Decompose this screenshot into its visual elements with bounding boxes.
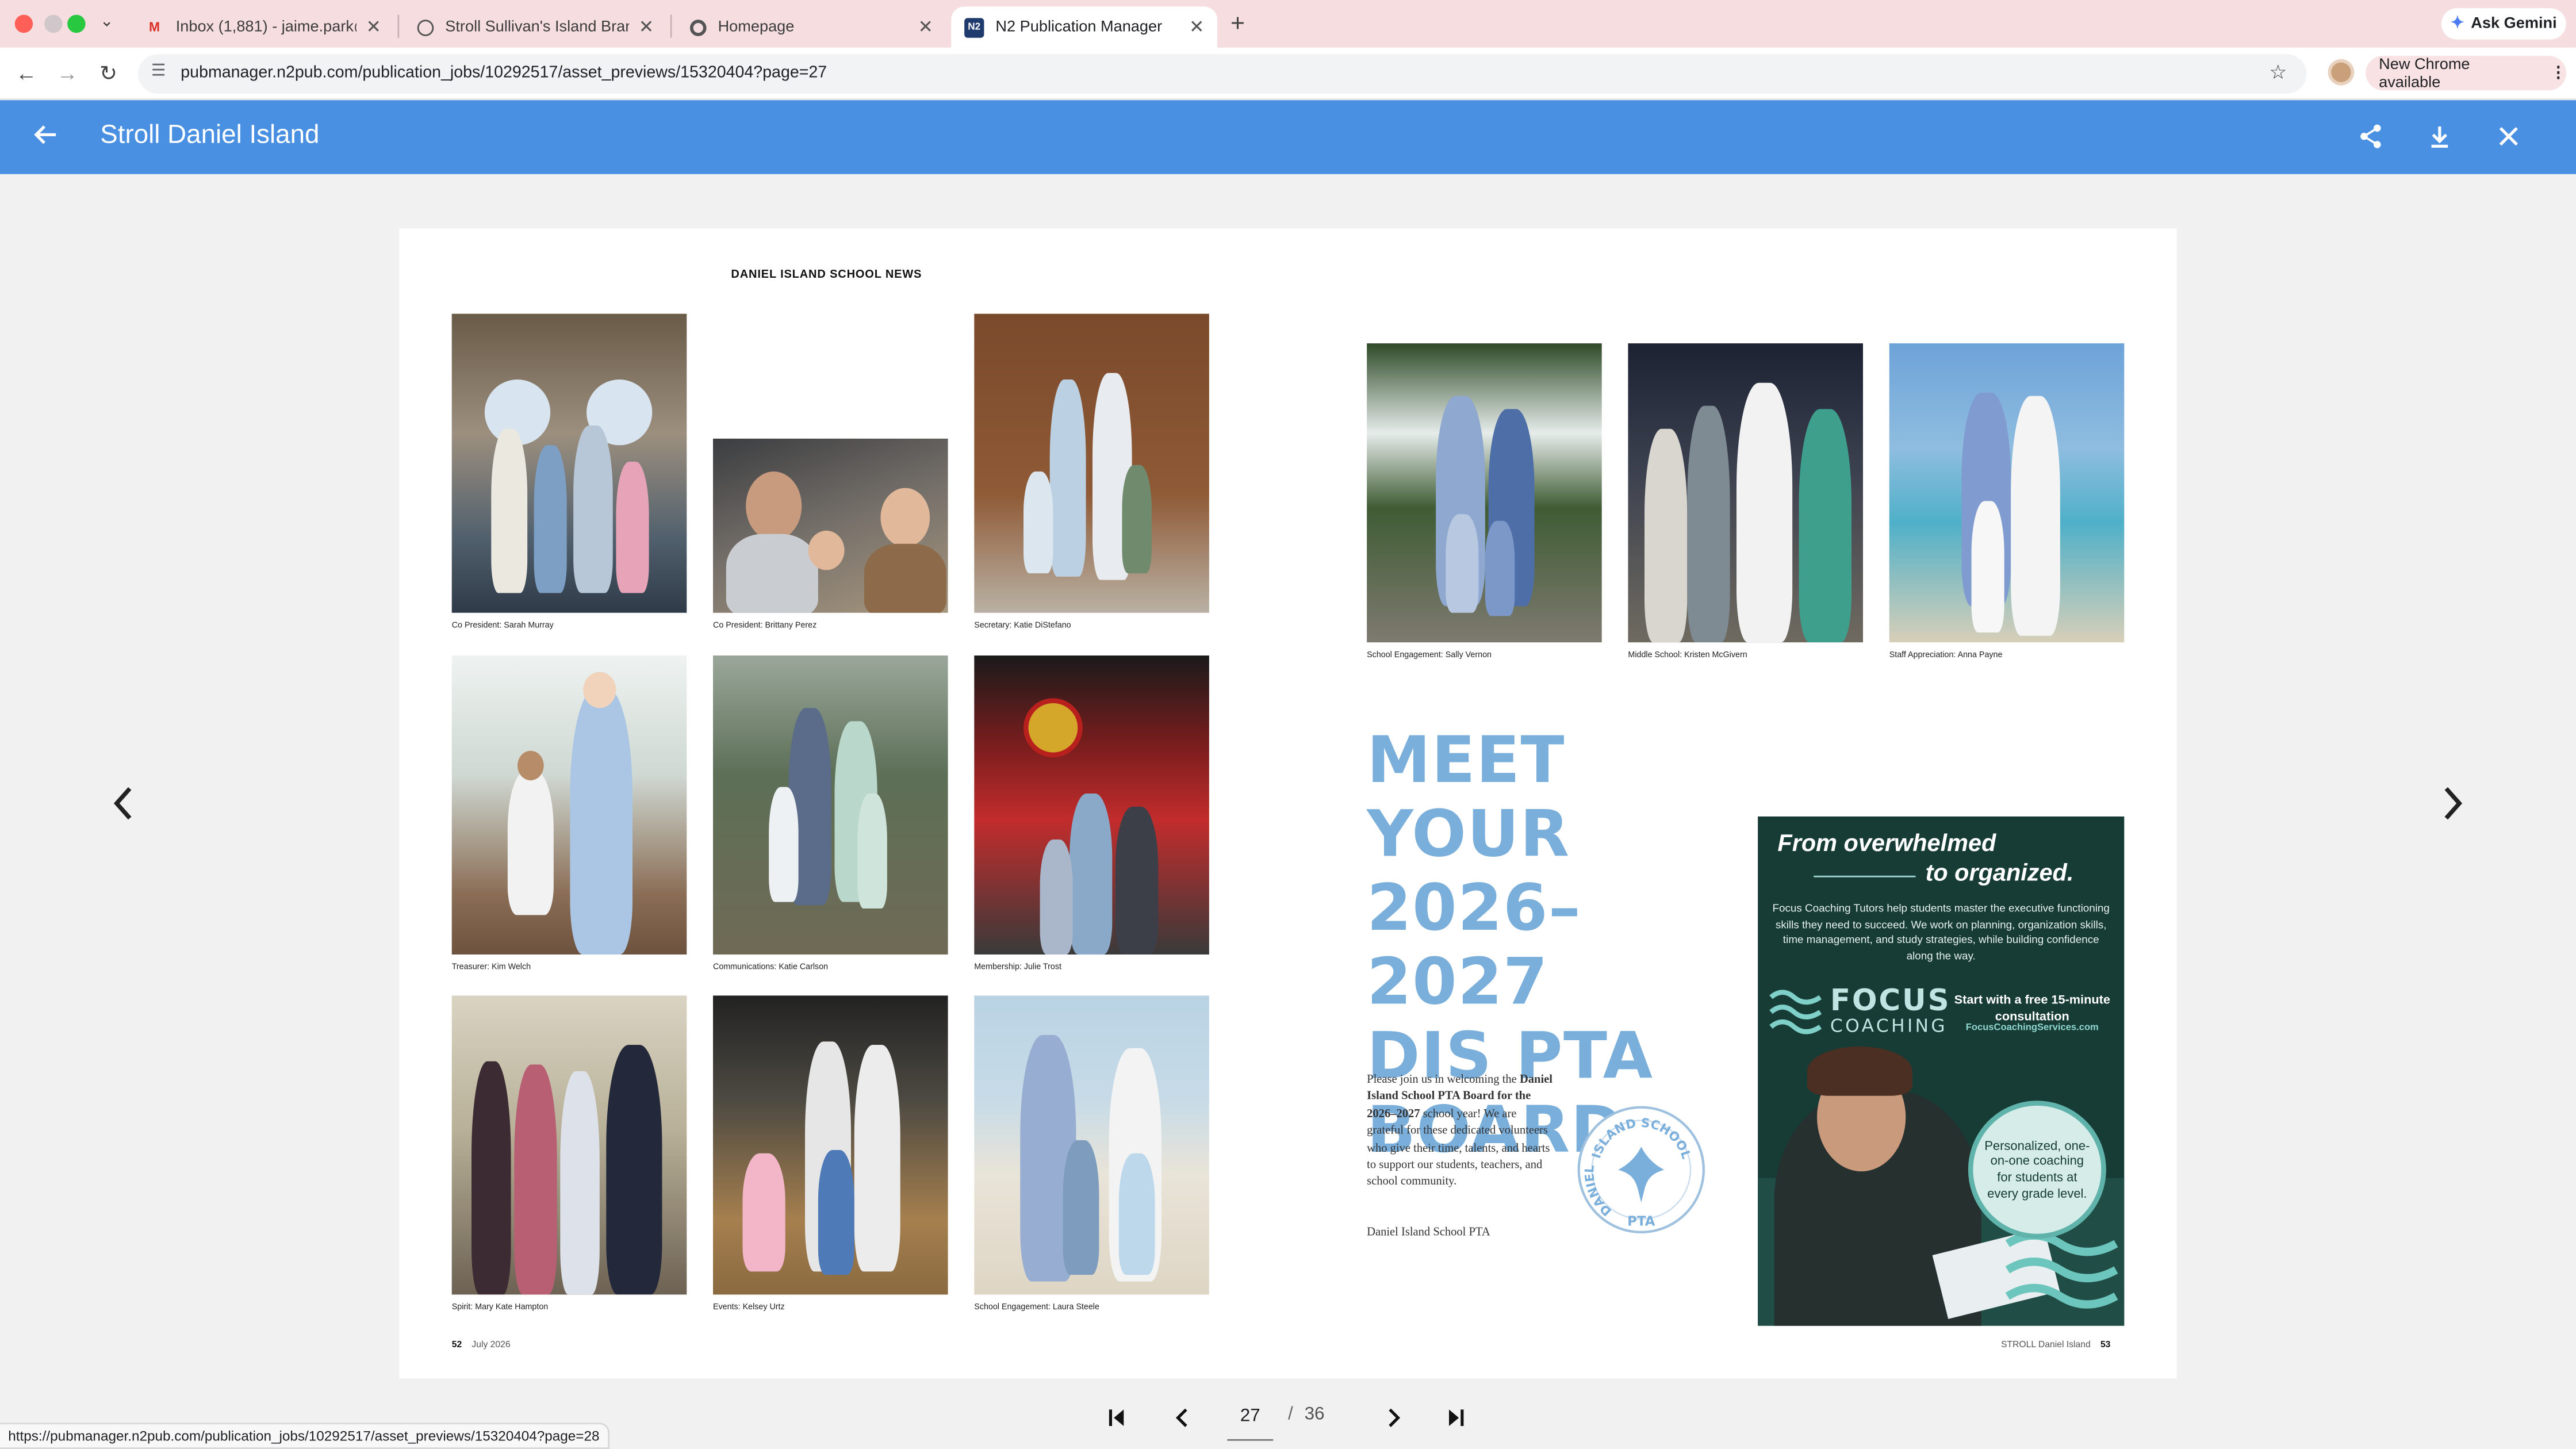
close-icon[interactable]: ✕ (1189, 17, 1204, 38)
kebab-menu-icon[interactable]: ⋮ (2551, 64, 2566, 82)
close-icon[interactable]: ✕ (366, 17, 381, 38)
download-icon[interactable] (2426, 123, 2453, 150)
bookmark-star-icon[interactable]: ☆ (2269, 61, 2287, 84)
photo-school-engagement-sally-vernon (1367, 343, 1602, 643)
close-icon[interactable] (2496, 123, 2522, 150)
section-header: DANIEL ISLAND SCHOOL NEWS (731, 269, 922, 281)
tab-homepage[interactable]: Homepage ✕ (677, 6, 946, 47)
tab-title: Inbox (1,881) - jaime.park@n2 (175, 18, 356, 36)
tab-title: N2 Publication Manager (995, 18, 1163, 36)
page-number-input[interactable]: 27 (1227, 1401, 1274, 1441)
photo-spirit-mary-kate-hampton (451, 995, 687, 1295)
next-page-chevron-icon[interactable] (2438, 782, 2467, 825)
page-viewer: DANIEL ISLAND SCHOOL NEWS Co President: … (0, 174, 2576, 1449)
focus-coaching-ad: From overwhelmed to organized. Focus Coa… (1758, 816, 2125, 1326)
folio-right: STROLL Daniel Island 53 (2001, 1340, 2111, 1351)
last-page-icon[interactable] (1444, 1406, 1467, 1429)
tab-title: Homepage (718, 18, 795, 36)
close-window-button[interactable] (14, 14, 33, 33)
link-status-bar: https://pubmanager.n2pub.com/publication… (0, 1423, 610, 1449)
app-bar: Stroll Daniel Island (0, 100, 2576, 174)
minimize-window-button[interactable] (44, 14, 63, 33)
back-arrow-icon[interactable] (33, 121, 59, 152)
update-label: New Chrome available (2379, 55, 2470, 91)
photo-events-kelsey-urtz (713, 995, 948, 1295)
photo-secretary-katie-distefano (974, 313, 1209, 613)
folio-left: 52 July 2026 (451, 1340, 511, 1351)
photo-middle-school-kristen-mcgivern (1628, 343, 1863, 643)
globe-icon (417, 18, 434, 36)
photo-co-president-brittany-perez (713, 438, 948, 613)
reload-icon[interactable]: ↻ (95, 61, 122, 87)
ad-circle-callout: Personalized, one-on-one coaching for st… (1968, 1101, 2106, 1239)
photo-caption: Middle School: Kristen McGivern (1628, 650, 1747, 661)
photo-co-president-sarah-murray (451, 313, 687, 613)
back-arrow-icon[interactable]: ← (13, 61, 40, 87)
pager-separator: / (1288, 1404, 1293, 1425)
photo-caption: Communications: Katie Carlson (713, 963, 829, 973)
photo-membership-julie-trost (974, 656, 1209, 954)
photo-caption: Secretary: Katie DiStefano (974, 621, 1071, 631)
photo-treasurer-kim-welch (451, 656, 687, 954)
ask-gemini-button[interactable]: ✦ Ask Gemini (2441, 8, 2566, 40)
new-chrome-available-button[interactable]: New Chrome available ⋮ (2366, 55, 2566, 91)
tab-strip: ⌄ M Inbox (1,881) - jaime.park@n2 ✕ Stro… (0, 0, 2576, 48)
pager-total: 36 (1304, 1404, 1325, 1425)
magazine-spread: DANIEL ISLAND SCHOOL NEWS Co President: … (399, 228, 2177, 1379)
tab-gmail[interactable]: M Inbox (1,881) - jaime.park@n2 ✕ (132, 6, 394, 47)
n2-icon (690, 18, 707, 36)
profile-avatar[interactable] (2328, 59, 2355, 86)
photo-caption: School Engagement: Laura Steele (974, 1302, 1099, 1313)
photo-caption: Co President: Brittany Perez (713, 621, 817, 631)
pta-seal-logo: ISLAND SCHOOL DANIEL PTA (1577, 1106, 1705, 1234)
svg-text:PTA: PTA (1627, 1214, 1655, 1229)
focus-wave-logo-icon (1769, 990, 1822, 1034)
photo-caption: Treasurer: Kim Welch (451, 963, 531, 973)
photo-communications-katie-carlson (713, 656, 948, 954)
share-icon[interactable] (2358, 123, 2384, 150)
photo-caption: Events: Kelsey Urtz (713, 1302, 785, 1313)
next-page-icon[interactable] (1382, 1406, 1405, 1429)
previous-page-chevron-icon[interactable] (109, 782, 138, 825)
close-icon[interactable]: ✕ (639, 17, 654, 38)
photo-caption: Staff Appreciation: Anna Payne (1889, 650, 2003, 661)
ask-gemini-label: Ask Gemini (2471, 14, 2557, 33)
photo-caption: School Engagement: Sally Vernon (1367, 650, 1492, 661)
photo-staff-appreciation-anna-payne (1889, 343, 2125, 643)
photo-caption: Co President: Sarah Murray (451, 621, 554, 631)
site-settings-icon[interactable]: ☰ (151, 63, 166, 80)
tab-stroll-sullivans[interactable]: Stroll Sullivan's Island Brand ✕ (404, 6, 667, 47)
photo-school-engagement-laura-steele (974, 995, 1209, 1295)
tab-title: Stroll Sullivan's Island Brand (445, 18, 629, 36)
gemini-sparkle-icon: ✦ (2450, 14, 2464, 33)
browser-toolbar: ← → ↻ ☰ pubmanager.n2pub.com/publication… (0, 47, 2576, 101)
photo-caption: Spirit: Mary Kate Hampton (451, 1302, 549, 1313)
article-body: Please join us in welcoming the Daniel I… (1367, 1072, 1552, 1189)
publication-title: Stroll Daniel Island (100, 121, 320, 150)
close-icon[interactable]: ✕ (918, 17, 933, 38)
tab-search-chevron-icon[interactable]: ⌄ (95, 12, 118, 34)
new-tab-button[interactable]: + (1230, 10, 1245, 38)
url-text[interactable]: pubmanager.n2pub.com/publication_jobs/10… (181, 64, 827, 82)
ad-headline-1: From overwhelmed (1777, 831, 1996, 858)
article-signoff: Daniel Island School PTA (1367, 1225, 1490, 1239)
photo-caption: Membership: Julie Trost (974, 963, 1061, 973)
first-page-icon[interactable] (1106, 1406, 1129, 1429)
n2-publication-icon: N2 (964, 17, 984, 37)
ad-url: FocusCoachingServices.com (1965, 1023, 2099, 1034)
address-bar[interactable]: ☰ pubmanager.n2pub.com/publication_jobs/… (138, 54, 2307, 94)
ad-brand-focus: FOCUS (1830, 984, 1951, 1019)
gmail-icon: M (149, 20, 160, 34)
ad-arrow-line (1814, 875, 1916, 877)
ad-brand-coaching: COACHING (1830, 1015, 1948, 1037)
ad-headline-2: to organized. (1925, 861, 2074, 887)
tab-n2-publication-manager[interactable]: N2 N2 Publication Manager ✕ (951, 6, 1218, 48)
maximize-window-button[interactable] (67, 14, 86, 33)
screen: ⌄ M Inbox (1,881) - jaime.park@n2 ✕ Stro… (0, 0, 2576, 1449)
forward-arrow-icon[interactable]: → (54, 61, 80, 87)
ad-body: Focus Coaching Tutors help students mast… (1772, 903, 2110, 963)
previous-page-icon[interactable] (1171, 1406, 1194, 1429)
ad-cta: Start with a free 15-minute consultation (1954, 992, 2110, 1023)
